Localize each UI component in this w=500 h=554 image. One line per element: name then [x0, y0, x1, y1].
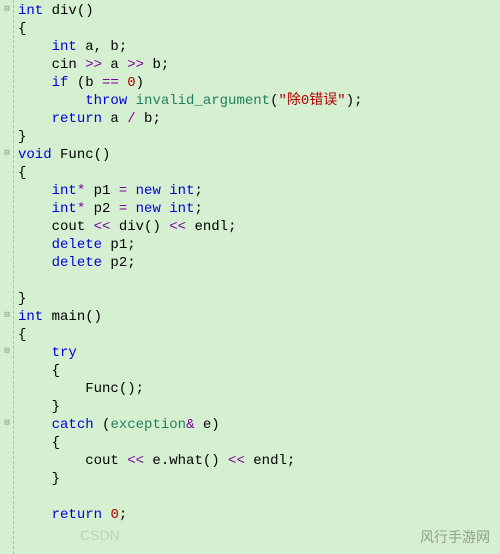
fold-icon[interactable]: ⊟ — [0, 306, 14, 324]
fold-gutter: ⊟ ⊟ ⊟ ⊟ ⊟ — [0, 0, 14, 554]
code-line[interactable]: } — [16, 128, 500, 146]
code-content[interactable]: int div() { int a, b; cin >> a >> b; if … — [14, 0, 500, 554]
code-line[interactable]: { — [16, 362, 500, 380]
fold-icon[interactable]: ⊟ — [0, 0, 14, 18]
code-line[interactable]: throw invalid_argument("除0错误"); — [16, 92, 500, 110]
code-line[interactable]: } — [16, 470, 500, 488]
code-line[interactable]: try — [16, 344, 500, 362]
code-line[interactable]: Func(); — [16, 380, 500, 398]
code-line[interactable]: catch (exception& e) — [16, 416, 500, 434]
code-line[interactable]: delete p2; — [16, 254, 500, 272]
fold-icon[interactable]: ⊟ — [0, 414, 14, 432]
code-line[interactable]: delete p1; — [16, 236, 500, 254]
code-line[interactable]: } — [16, 398, 500, 416]
code-line[interactable] — [16, 488, 500, 506]
code-line[interactable]: { — [16, 326, 500, 344]
code-line[interactable]: int* p1 = new int; — [16, 182, 500, 200]
code-line[interactable]: int a, b; — [16, 38, 500, 56]
code-line[interactable]: int main() — [16, 308, 500, 326]
code-line[interactable]: int div() — [16, 2, 500, 20]
code-line[interactable]: { — [16, 164, 500, 182]
fold-icon[interactable]: ⊟ — [0, 342, 14, 360]
code-line[interactable]: cout << e.what() << endl; — [16, 452, 500, 470]
code-line[interactable] — [16, 272, 500, 290]
code-line[interactable]: return a / b; — [16, 110, 500, 128]
code-line[interactable]: } — [16, 290, 500, 308]
code-line[interactable]: void Func() — [16, 146, 500, 164]
code-line[interactable]: cout << div() << endl; — [16, 218, 500, 236]
code-line[interactable]: { — [16, 434, 500, 452]
code-editor[interactable]: ⊟ ⊟ ⊟ ⊟ ⊟ int div() { int a, b; — [0, 0, 500, 554]
code-line[interactable]: int* p2 = new int; — [16, 200, 500, 218]
code-line[interactable]: { — [16, 20, 500, 38]
fold-icon[interactable]: ⊟ — [0, 144, 14, 162]
code-line[interactable]: return 0; — [16, 506, 500, 524]
code-line[interactable]: if (b == 0) — [16, 74, 500, 92]
code-line[interactable]: cin >> a >> b; — [16, 56, 500, 74]
